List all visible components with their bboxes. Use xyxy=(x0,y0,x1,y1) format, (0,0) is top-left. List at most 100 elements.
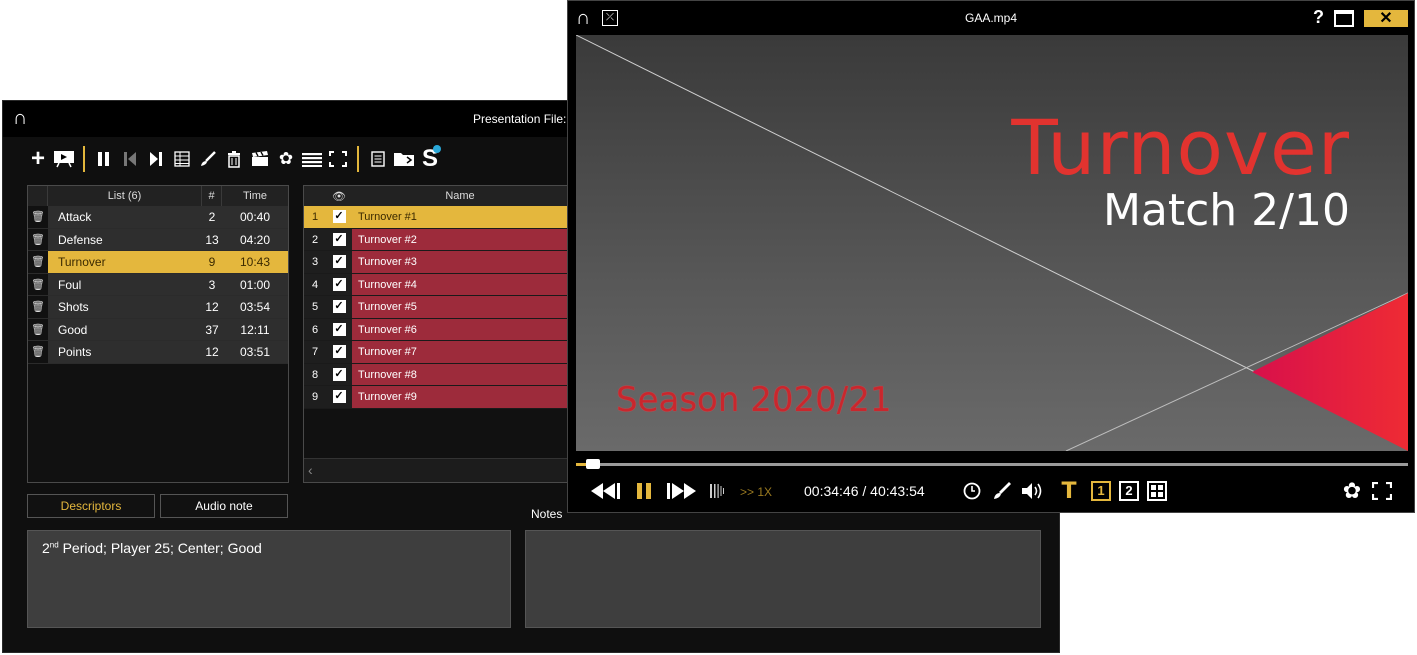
view-1-button[interactable]: 1 xyxy=(1090,479,1112,503)
header-time[interactable]: Time xyxy=(222,186,288,206)
list-item[interactable]: 🗑 Attack 2 00:40 xyxy=(28,206,288,229)
frame-step-icon[interactable] xyxy=(708,479,730,503)
table-icon[interactable] xyxy=(169,145,195,173)
clip-name: Turnover #7 xyxy=(352,341,568,363)
clip-name: Turnover #2 xyxy=(352,228,568,250)
gear-icon[interactable]: ✿ xyxy=(1340,478,1364,503)
clip-row[interactable]: 9 ✓ Turnover #9 xyxy=(304,386,568,409)
view-2-label: 2 xyxy=(1119,481,1139,501)
s-logo-icon[interactable]: S xyxy=(417,145,443,173)
history-icon[interactable] xyxy=(961,479,983,503)
list-item[interactable]: 🗑 Points 12 03:51 xyxy=(28,341,288,364)
seek-bar[interactable] xyxy=(576,459,1408,469)
clip-visible-checkbox[interactable]: ✓ xyxy=(326,251,352,273)
clip-row[interactable]: 1 ✓ Turnover #1 xyxy=(304,206,568,229)
list-item-count: 3 xyxy=(202,273,222,295)
folder-icon[interactable] xyxy=(391,145,417,173)
tab-audio-note[interactable]: Audio note xyxy=(160,494,288,518)
clip-row[interactable]: 7 ✓ Turnover #7 xyxy=(304,341,568,364)
trash-icon[interactable]: 🗑 xyxy=(28,323,48,336)
list-item[interactable]: 🗑 Good 37 12:11 xyxy=(28,318,288,341)
fullscreen-icon[interactable] xyxy=(325,145,351,173)
list-icon[interactable] xyxy=(299,145,325,173)
tab-descriptors[interactable]: Descriptors xyxy=(27,494,155,518)
video-frame[interactable]: Turnover Match 2/10 Season 2020/21 xyxy=(576,35,1408,451)
list-item-time: 00:40 xyxy=(222,206,288,228)
clip-row[interactable]: 6 ✓ Turnover #6 xyxy=(304,318,568,341)
clapper-icon[interactable] xyxy=(247,145,273,173)
clip-row[interactable]: 8 ✓ Turnover #8 xyxy=(304,363,568,386)
fullscreen-icon[interactable] xyxy=(1370,479,1394,503)
fast-forward-icon[interactable] xyxy=(666,479,702,503)
trash-icon[interactable]: 🗑 xyxy=(28,210,48,223)
prev-icon[interactable] xyxy=(117,145,143,173)
brush-icon[interactable] xyxy=(195,145,221,173)
scroll-left-icon[interactable]: ‹ xyxy=(308,462,326,480)
close-button[interactable]: ✕ xyxy=(1364,10,1408,27)
presentation-toolbar: + ✿ S xyxy=(25,145,443,173)
list-item[interactable]: 🗑 Shots 12 03:54 xyxy=(28,296,288,319)
volume-icon[interactable] xyxy=(1020,479,1044,503)
rewind-icon[interactable] xyxy=(586,479,624,503)
grid-view-icon[interactable] xyxy=(1146,479,1168,503)
brush-icon[interactable] xyxy=(991,479,1013,503)
clip-visible-checkbox[interactable]: ✓ xyxy=(326,363,352,385)
header-list[interactable]: List (6) xyxy=(48,186,202,206)
clip-visible-checkbox[interactable]: ✓ xyxy=(326,206,352,228)
list-item-time: 12:11 xyxy=(222,318,288,340)
header-name[interactable]: Name xyxy=(352,190,568,202)
list-item-count: 37 xyxy=(202,318,222,340)
trash-icon[interactable]: 🗑 xyxy=(28,255,48,268)
trash-icon[interactable]: 🗑 xyxy=(28,233,48,246)
clip-visible-checkbox[interactable]: ✓ xyxy=(326,318,352,340)
maximize-icon[interactable] xyxy=(1334,10,1354,27)
player-controls: >> 1X 00:34:46 / 40:43:54 T 1 2 ✿ xyxy=(586,478,1406,505)
next-icon[interactable] xyxy=(143,145,169,173)
clip-visible-checkbox[interactable]: ✓ xyxy=(326,296,352,318)
check-icon: ✓ xyxy=(332,210,346,224)
trash-icon[interactable]: 🗑 xyxy=(28,345,48,358)
present-icon[interactable] xyxy=(51,145,77,173)
clip-index: 3 xyxy=(304,251,326,273)
player-file-name: GAA.mp4 xyxy=(964,11,1018,25)
view-2-button[interactable]: 2 xyxy=(1118,479,1140,503)
gear-icon[interactable]: ✿ xyxy=(273,145,299,173)
list-item-count: 12 xyxy=(202,341,222,363)
clip-visible-checkbox[interactable]: ✓ xyxy=(326,273,352,295)
pause-icon[interactable] xyxy=(634,479,654,503)
list-item-name: Shots xyxy=(48,296,202,318)
trash-icon[interactable]: 🗑 xyxy=(28,300,48,313)
clip-visible-checkbox[interactable]: ✓ xyxy=(326,386,352,408)
clip-visible-checkbox[interactable]: ✓ xyxy=(326,341,352,363)
add-icon[interactable]: + xyxy=(25,145,51,173)
pause-icon[interactable] xyxy=(91,145,117,173)
clip-row[interactable]: 3 ✓ Turnover #3 xyxy=(304,251,568,274)
clip-index: 7 xyxy=(304,341,326,363)
trash-icon[interactable]: 🗑 xyxy=(28,278,48,291)
check-icon: ✓ xyxy=(332,390,346,404)
help-icon[interactable]: ? xyxy=(1313,7,1324,28)
clip-row[interactable]: 2 ✓ Turnover #2 xyxy=(304,228,568,251)
notes-field[interactable] xyxy=(525,530,1041,628)
clip-name: Turnover #6 xyxy=(352,318,568,340)
clip-index: 6 xyxy=(304,318,326,340)
descriptors-field[interactable]: 2nd Period; Player 25; Center; Good xyxy=(27,530,511,628)
clip-name: Turnover #8 xyxy=(352,363,568,385)
playback-speed[interactable]: >> 1X xyxy=(740,485,772,499)
clip-visible-checkbox[interactable]: ✓ xyxy=(326,228,352,250)
clip-list-body: 1 ✓ Turnover #1 2 ✓ Turnover #2 3 ✓ Turnover #3 4… xyxy=(304,206,568,409)
eye-icon[interactable]: 👁 xyxy=(326,190,352,203)
list-item[interactable]: 🗑 Foul 3 01:00 xyxy=(28,273,288,296)
list-item-time: 03:54 xyxy=(222,296,288,318)
doc-icon[interactable] xyxy=(365,145,391,173)
clip-row[interactable]: 4 ✓ Turnover #4 xyxy=(304,273,568,296)
text-overlay-icon[interactable]: T xyxy=(1058,479,1080,504)
list-item[interactable]: 🗑 Defense 13 04:20 xyxy=(28,228,288,251)
trash-icon[interactable] xyxy=(221,145,247,173)
clip-row[interactable]: 5 ✓ Turnover #5 xyxy=(304,296,568,319)
list-item[interactable]: 🗑 Turnover 9 10:43 xyxy=(28,251,288,274)
check-icon: ✓ xyxy=(332,345,346,359)
horizontal-scrollbar[interactable]: ‹ xyxy=(304,458,568,482)
header-count[interactable]: # xyxy=(202,186,222,206)
seek-handle[interactable] xyxy=(585,459,600,469)
